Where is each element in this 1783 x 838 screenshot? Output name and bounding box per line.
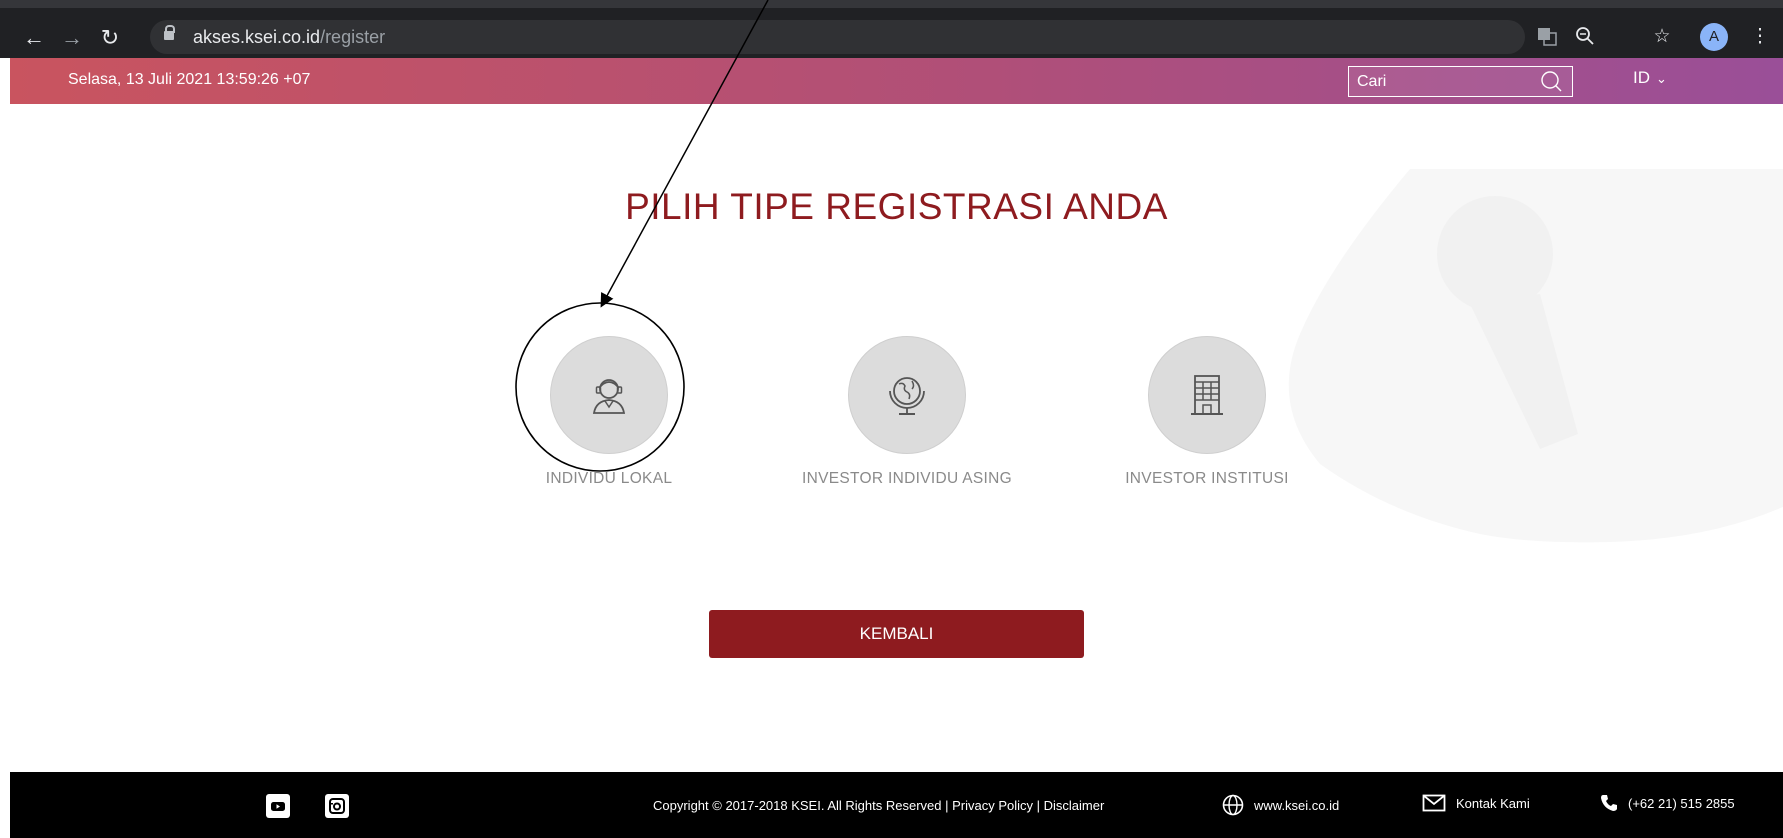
- option-circle[interactable]: [848, 336, 966, 454]
- option-individu-lokal[interactable]: INDIVIDU LOKAL: [494, 336, 724, 488]
- search-box[interactable]: [1348, 66, 1573, 97]
- reload-icon[interactable]: ↻: [98, 26, 122, 50]
- option-circle[interactable]: [1148, 336, 1266, 454]
- search-input[interactable]: [1349, 67, 1529, 96]
- url-domain: akses.ksei.co.id: [193, 27, 321, 47]
- building-icon: [1191, 375, 1223, 415]
- youtube-icon[interactable]: [266, 794, 290, 818]
- lock-icon: [164, 25, 175, 42]
- option-investor-institusi[interactable]: INVESTOR INSTITUSI: [1092, 336, 1322, 488]
- website-text[interactable]: www.ksei.co.id: [1254, 798, 1339, 813]
- menu-dots-icon[interactable]: ⋮: [1749, 26, 1771, 48]
- person-icon: [592, 379, 626, 414]
- mail-icon: [1422, 794, 1446, 812]
- globe-icon: [1222, 794, 1244, 816]
- bookmark-star-icon[interactable]: ☆: [1651, 26, 1673, 48]
- phone-link[interactable]: (+62 21) 515 2855: [1600, 794, 1735, 812]
- main-content: PILIH TIPE REGISTRASI ANDA INDIVIDU LOKA…: [10, 104, 1783, 772]
- language-selector[interactable]: ID ⌄: [1633, 68, 1667, 88]
- option-investor-individu-asing[interactable]: INVESTOR INDIVIDU ASING: [792, 336, 1022, 488]
- instagram-icon[interactable]: [325, 794, 349, 818]
- url-path: /register: [320, 27, 386, 47]
- contact-text[interactable]: Kontak Kami: [1456, 796, 1530, 811]
- translate-icon[interactable]: [1536, 26, 1558, 48]
- back-arrow-icon[interactable]: ←: [22, 26, 46, 50]
- option-label[interactable]: INVESTOR INSTITUSI: [1092, 470, 1322, 488]
- globe-icon: [889, 377, 925, 415]
- phone-text[interactable]: (+62 21) 515 2855: [1628, 796, 1735, 811]
- chevron-down-icon: ⌄: [1656, 71, 1667, 86]
- profile-avatar[interactable]: A: [1700, 23, 1728, 51]
- page: ← → ↻ akses.ksei.co.id/register ☆ A ⋮ Se…: [0, 0, 1783, 838]
- current-datetime: Selasa, 13 Juli 2021 13:59:26 +07: [68, 71, 311, 88]
- contact-link[interactable]: Kontak Kami: [1422, 794, 1530, 812]
- copyright-text: Copyright © 2017-2018 KSEI. All Rights R…: [653, 798, 1105, 813]
- language-label: ID: [1633, 68, 1650, 87]
- back-button[interactable]: KEMBALI: [709, 610, 1084, 658]
- browser-toolbar: ← → ↻ akses.ksei.co.id/register ☆ A ⋮: [0, 0, 1783, 58]
- page-title: PILIH TIPE REGISTRASI ANDA: [625, 186, 1168, 227]
- search-icon[interactable]: [1540, 70, 1562, 92]
- option-circle[interactable]: [550, 336, 668, 454]
- site-footer: Copyright © 2017-2018 KSEI. All Rights R…: [10, 772, 1783, 838]
- option-label[interactable]: INVESTOR INDIVIDU ASING: [792, 470, 1022, 488]
- option-label[interactable]: INDIVIDU LOKAL: [494, 470, 724, 488]
- url-text: akses.ksei.co.id/register: [193, 27, 385, 48]
- zoom-icon[interactable]: [1574, 26, 1596, 48]
- phone-icon: [1601, 795, 1617, 811]
- forward-arrow-icon[interactable]: →: [60, 26, 84, 50]
- address-bar[interactable]: akses.ksei.co.id/register: [150, 20, 1525, 54]
- website-link[interactable]: www.ksei.co.id: [1222, 794, 1339, 816]
- site-header: Selasa, 13 Juli 2021 13:59:26 +07 ID ⌄: [10, 58, 1783, 104]
